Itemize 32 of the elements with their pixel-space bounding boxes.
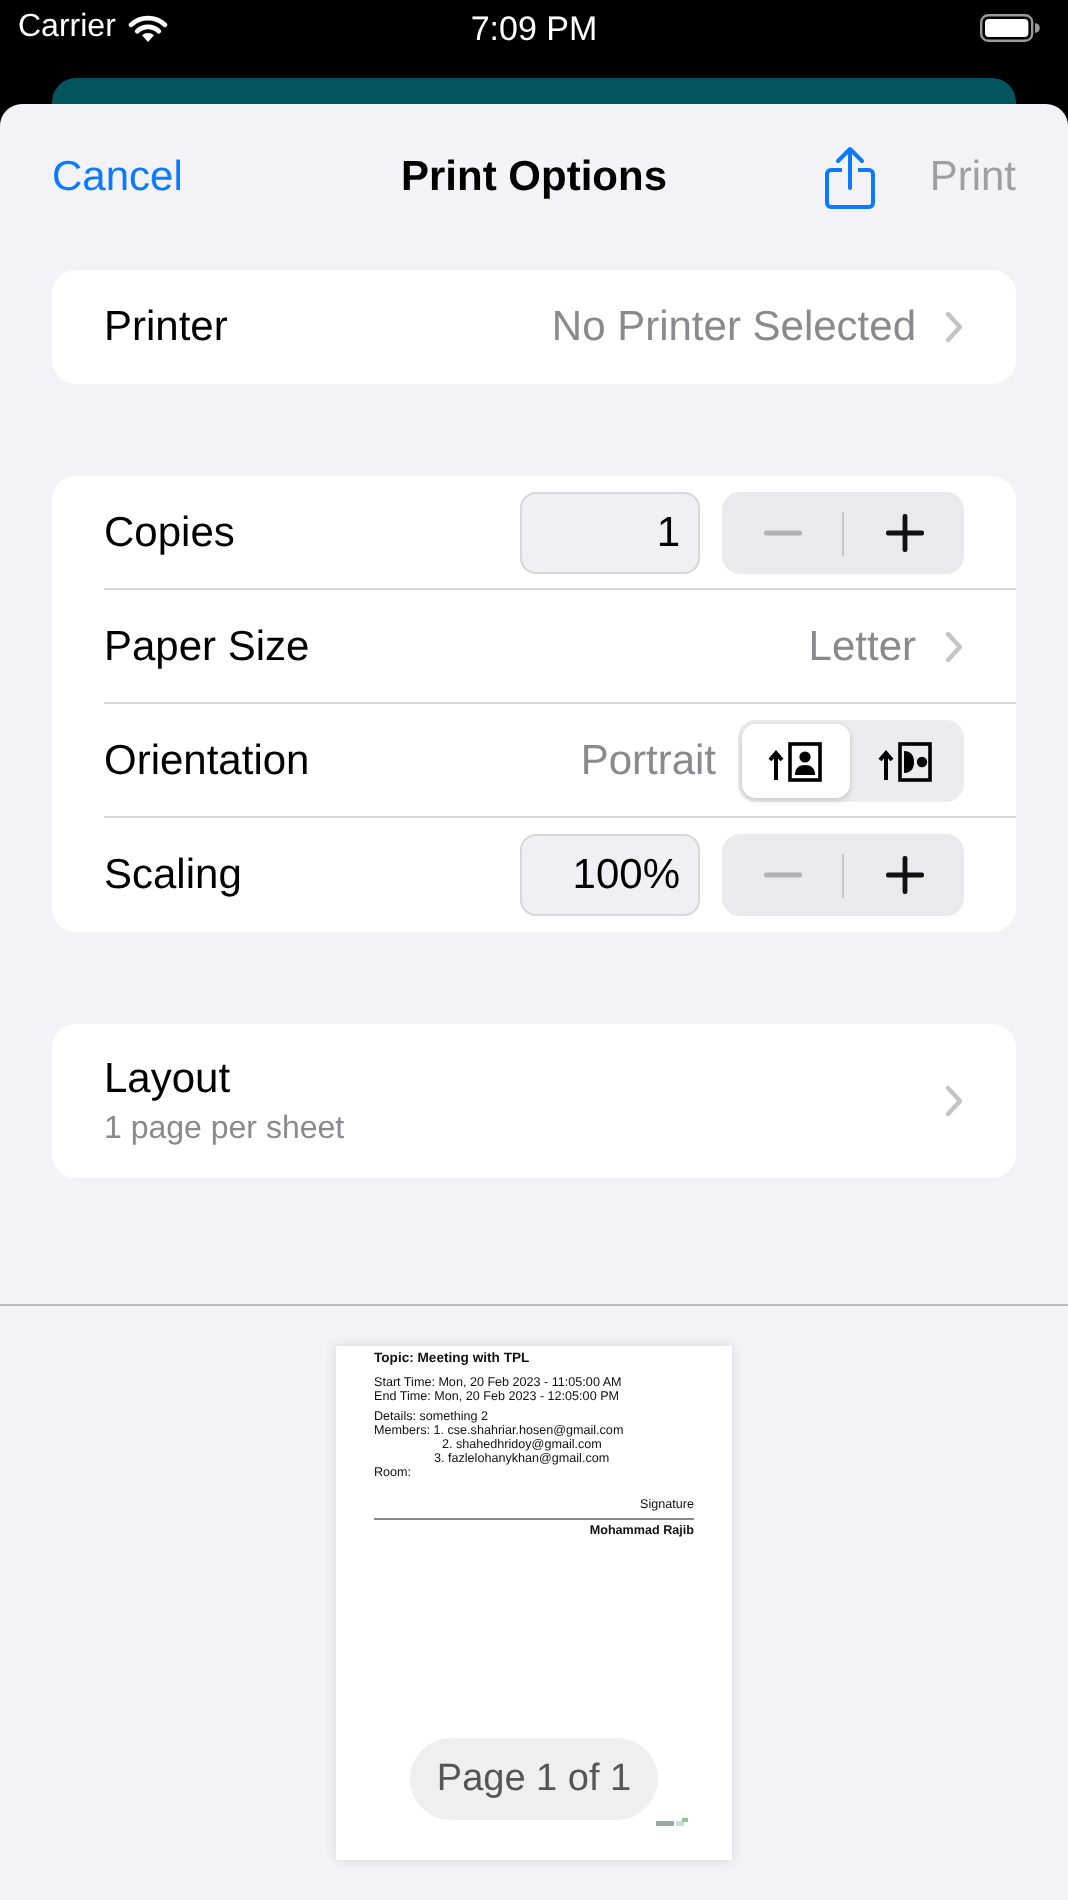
- row-detail: 1 page per sheet: [104, 1111, 347, 1147]
- carrier-name: Carrier: [18, 10, 116, 46]
- row-label: Copies: [104, 509, 237, 557]
- row-label: Orientation: [104, 737, 312, 785]
- number-field[interactable]: 100%: [520, 834, 700, 916]
- cancel-button[interactable]: Cancel: [52, 153, 183, 201]
- minus-icon: [763, 872, 801, 878]
- row-value: No Printer Selected: [551, 303, 916, 351]
- page-indicator: Page 1 of 1: [410, 1738, 658, 1820]
- share-icon: [823, 145, 876, 209]
- status-time: 7:09 PM: [470, 10, 598, 50]
- orientation-option[interactable]: [742, 724, 849, 798]
- plus-icon: [885, 514, 923, 552]
- row-value: Letter: [808, 623, 916, 671]
- chevron-icon: [944, 630, 964, 664]
- row-label: Paper Size: [104, 623, 312, 671]
- row-label: Printer: [104, 303, 230, 351]
- number-field[interactable]: 1: [520, 492, 700, 574]
- share-button[interactable]: [823, 145, 876, 209]
- landscape-icon: [878, 741, 935, 781]
- logo-icon: [656, 1818, 688, 1828]
- row-label: Layout: [104, 1055, 233, 1103]
- sheet-title: Print Options: [401, 153, 667, 201]
- portrait-icon: [767, 741, 824, 781]
- chevron-icon: [944, 310, 964, 344]
- wifi-icon: [127, 13, 168, 43]
- plus-icon: [885, 856, 923, 894]
- row-value: Portrait: [580, 737, 716, 785]
- minus-icon: [763, 530, 801, 536]
- chevron-icon: [944, 1084, 964, 1118]
- battery-icon: [980, 14, 1040, 42]
- row-label: Scaling: [104, 851, 244, 899]
